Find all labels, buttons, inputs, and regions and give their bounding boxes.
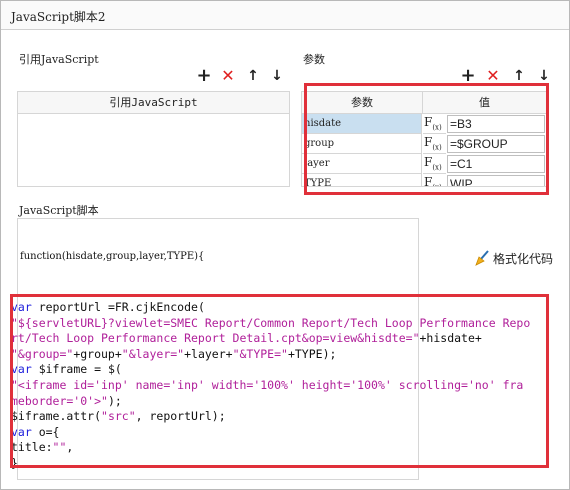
arrow-up-icon: ↑: [247, 68, 259, 84]
arrow-up-icon: ↑: [513, 68, 525, 84]
dialog-title-bar: JavaScript脚本2: [1, 1, 569, 30]
parameters-section-label: 参数: [303, 53, 325, 66]
delete-reference-button[interactable]: ✕: [220, 68, 236, 84]
delete-parameter-button[interactable]: ✕: [485, 68, 501, 84]
references-column-header: 引用JavaScript: [18, 92, 289, 114]
parameters-highlight-box: [304, 83, 549, 195]
x-icon: ✕: [221, 66, 235, 85]
add-parameter-button[interactable]: +: [460, 67, 476, 85]
arrow-down-icon: ↓: [271, 68, 283, 84]
add-reference-button[interactable]: +: [196, 65, 212, 86]
move-reference-down-button[interactable]: ↓: [269, 68, 285, 84]
code-highlight-box: [10, 294, 549, 468]
references-table[interactable]: 引用JavaScript: [17, 91, 290, 187]
function-signature: function(hisdate,group,layer,TYPE){: [20, 251, 205, 262]
references-section-label: 引用JavaScript: [19, 53, 99, 66]
move-parameter-down-button[interactable]: ↓: [536, 68, 552, 84]
format-code-label: 格式化代码: [493, 252, 554, 266]
plus-icon: +: [196, 65, 212, 86]
move-parameter-up-button[interactable]: ↑: [511, 68, 527, 84]
arrow-down-icon: ↓: [538, 68, 550, 84]
javascript-dialog: JavaScript脚本2 引用JavaScript + ✕ ↑ ↓ 引用Jav…: [0, 0, 570, 490]
dialog-title: JavaScript脚本2: [11, 10, 106, 24]
move-reference-up-button[interactable]: ↑: [245, 68, 261, 84]
broom-icon: [475, 250, 489, 266]
script-section-label: JavaScript脚本: [19, 204, 99, 217]
